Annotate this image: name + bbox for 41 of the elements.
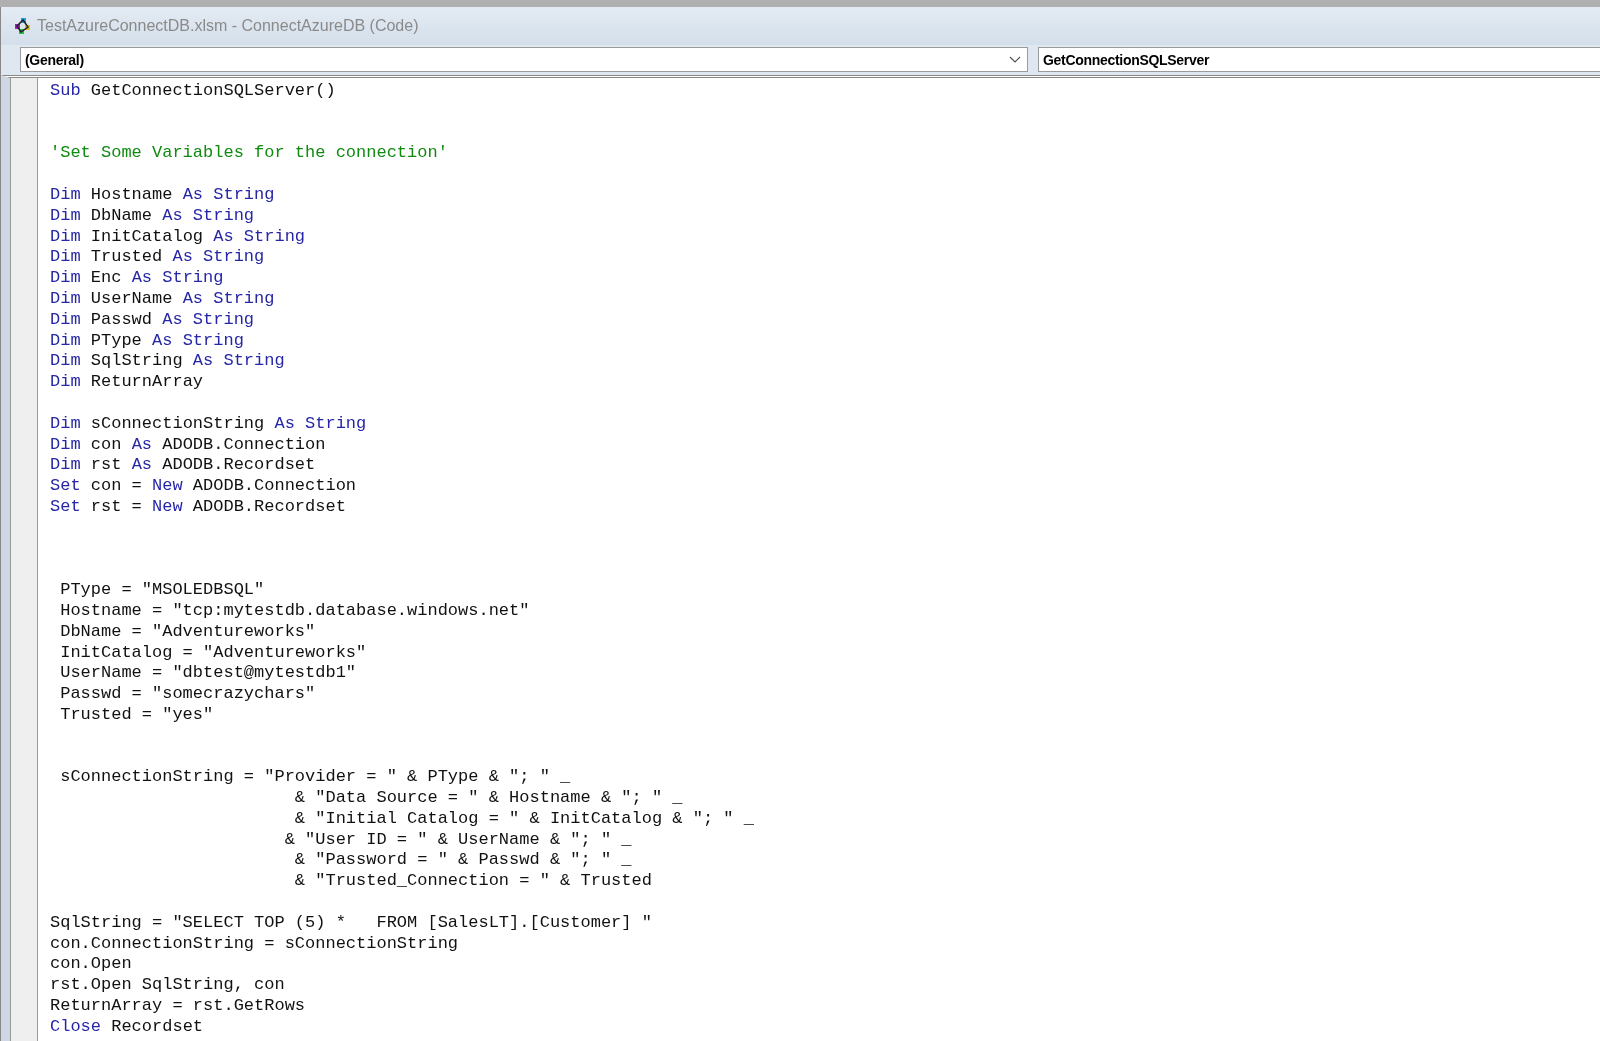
code-line: PType = "MSOLEDBSQL" [59,580,265,601]
code-line: Dim InitCatalog As String [50,226,306,248]
code-line: Hostname = "tcp:mytestdb.database.windows.net" [59,600,530,622]
code-line: Dim SqlString As String [50,351,285,373]
code-line: con.Open [50,954,132,976]
code-line: sConnectionString = "Provider = " & PType & "; " _ [59,767,571,789]
code-line: Passwd = "somecrazychars" [59,684,316,705]
chevron-down-icon [1009,55,1021,64]
code-line: Set con = New ADODB.Connection [50,476,357,497]
code-line: InitCatalog = "Adventureworks" [59,642,367,664]
code-line: Close Recordset [50,1016,204,1038]
code-line: Sub GetConnectionSQLServer() [50,81,336,102]
code-line: Trusted = "yes" [59,704,214,726]
code-line: Dim UserName As String [50,288,275,310]
code-line: & "Data Source = " & Hostname & "; " _ [293,788,683,809]
vba-project-icon [13,16,33,36]
code-line: SqlString = "SELECT TOP (5) * FROM [SalesLT].[Customer] " [50,912,652,934]
code-line: Dim Enc As String [50,268,224,289]
code-line: Set rst = New ADODB.Recordset [50,496,346,518]
code-line: con.ConnectionString = sConnectionString [50,933,459,955]
code-line: Dim sConnectionString As String [50,413,367,435]
code-line: Dim rst As ADODB.Recordset [50,455,316,477]
code-line: & "Initial Catalog = " & InitCatalog & "; " _ [293,808,754,830]
code-line: Dim ReturnArray [50,372,204,393]
code-line: Dim Trusted As String [50,247,265,269]
window-title: TestAzureConnectDB.xlsm - ConnectAzureDB (Code) [37,17,419,35]
code-line: ReturnArray = rst.GetRows [50,996,306,1017]
code-line: 'Set Some Variables for the connection' [50,143,448,165]
code-line: Dim Passwd As String [50,309,255,331]
code-line: Dim DbName As String [50,205,255,227]
code-line: & "User ID = " & UserName & "; " _ [283,829,632,851]
procedure-dropdown[interactable]: GetConnectionSQLServer [1038,47,1600,72]
object-dropdown[interactable]: (General) [20,47,1028,72]
code-line: Dim con As ADODB.Connection [50,434,326,456]
code-line: Dim Hostname As String [50,185,275,206]
code-line: & "Trusted_Connection = " & Trusted [293,871,652,893]
code-line: rst.Open SqlString, con [50,975,285,997]
code-line: Dim PType As String [50,330,244,352]
code-line: DbName = "Adventureworks" [59,621,316,643]
code-line: & "Password = " & Passwd & "; " _ [293,850,632,872]
code-line: UserName = "dbtest@mytestdb1" [59,663,357,685]
